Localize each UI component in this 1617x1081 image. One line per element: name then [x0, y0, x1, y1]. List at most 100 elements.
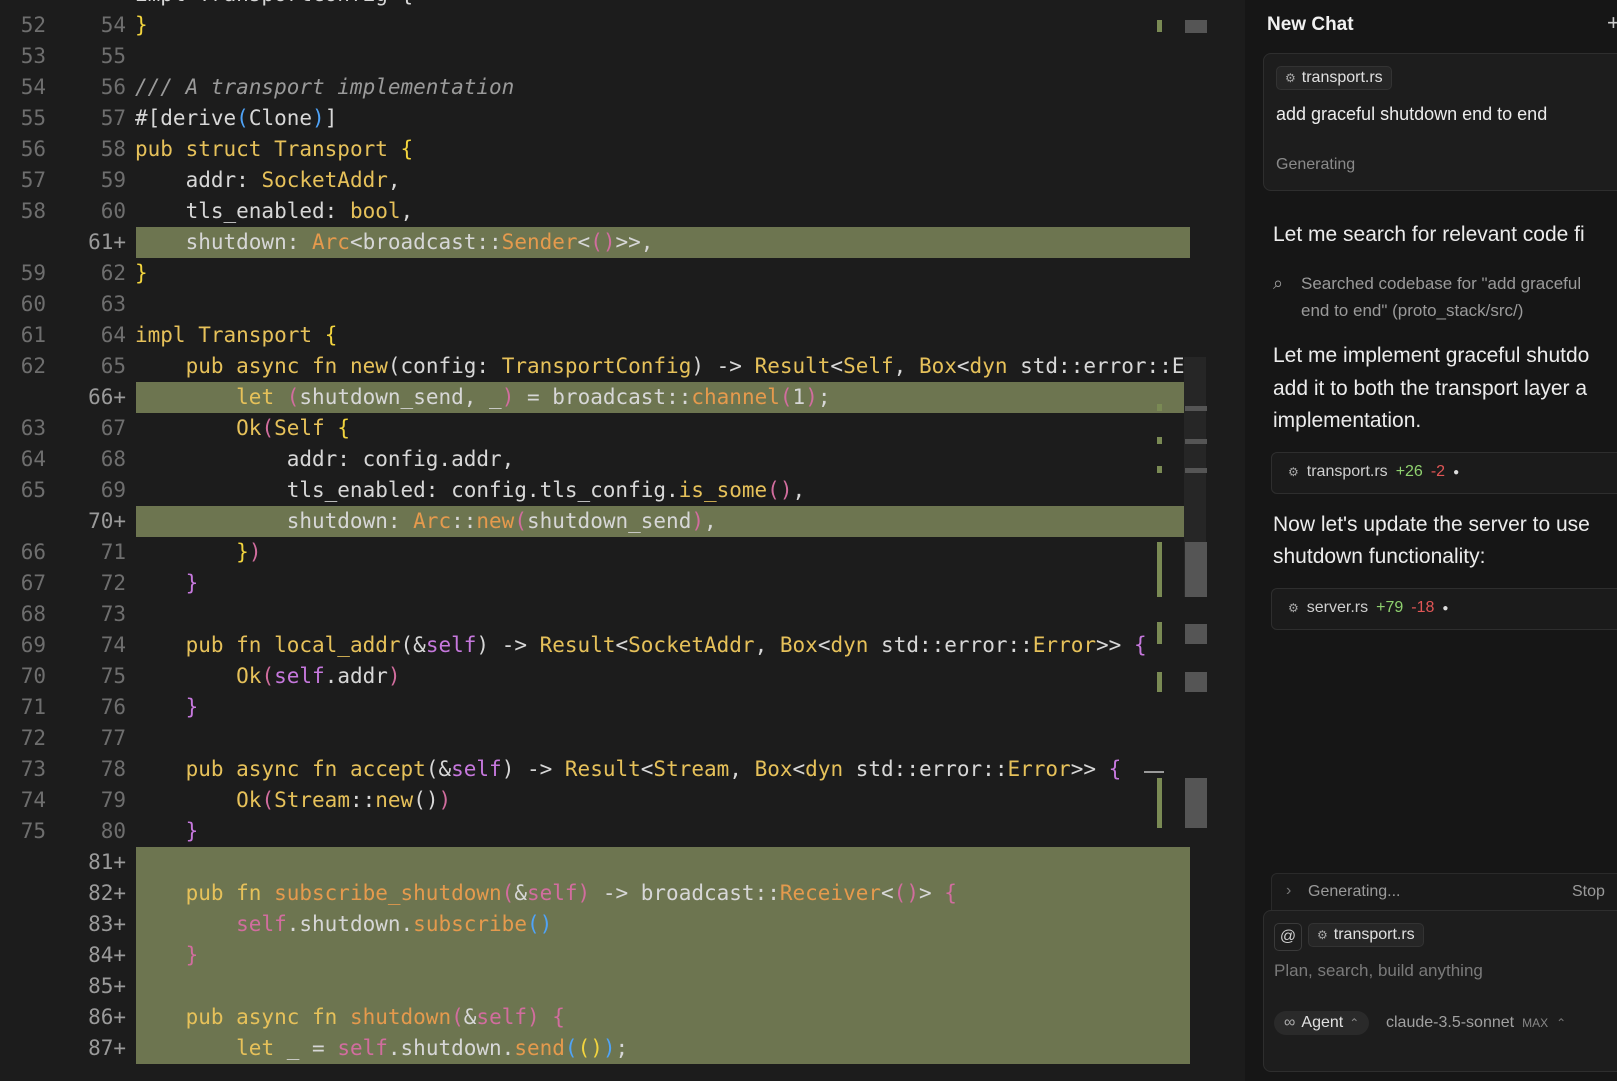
diff-additions: +26 — [1395, 463, 1423, 480]
composer-input[interactable]: Plan, search, build anything — [1274, 961, 1483, 981]
old-line-number: 66 — [20, 540, 46, 564]
minimap-cursor — [1144, 771, 1164, 773]
search-line: end to end" (proto_stack/src/) — [1301, 301, 1524, 320]
assistant-message: Let me search for relevant code fi — [1273, 223, 1585, 246]
code-text: addr: SocketAddr, — [135, 168, 401, 192]
chevron-up-icon: ⌃ — [1349, 1016, 1360, 1030]
generating-bar[interactable]: › Generating... Stop — [1271, 873, 1617, 911]
code-text: pub struct Transport { — [135, 137, 414, 161]
old-line-number: 72 — [20, 726, 46, 750]
new-line-number: 75 — [100, 664, 126, 688]
new-line-number: 83+ — [88, 912, 126, 936]
code-line: impl TransportConfig { — [0, 0, 1245, 10]
assistant-message: add it to both the transport layer a — [1273, 377, 1588, 400]
code-line: 59 62} — [0, 258, 1245, 289]
request-card[interactable]: ⚙ transport.rs add graceful shutdown end… — [1263, 53, 1617, 191]
added-code-line: 86+ pub async fn shutdown(&self) { — [0, 1002, 1245, 1033]
new-line-number: 68 — [100, 447, 126, 471]
code-text: } — [135, 261, 148, 285]
new-line-number: 61+ — [88, 230, 126, 254]
old-line-number: 74 — [20, 788, 46, 812]
minimap[interactable] — [1144, 0, 1245, 1081]
file-diff-chip[interactable]: ⚙ transport.rs +26 -2 ● — [1271, 452, 1617, 494]
code-line: 53 55 — [0, 41, 1245, 72]
new-line-number: 55 — [100, 44, 126, 68]
stop-button[interactable]: Stop — [1572, 883, 1605, 901]
minimap-block — [1185, 468, 1207, 473]
minimap-block — [1185, 20, 1207, 33]
old-line-number: 64 — [20, 447, 46, 471]
diff-marker — [1157, 404, 1162, 411]
code-text: Ok(self.addr) — [236, 664, 401, 688]
diff-marker — [1157, 466, 1162, 473]
code-text: #[derive(Clone)] — [135, 106, 338, 130]
context-file-chip[interactable]: ⚙ transport.rs — [1276, 66, 1392, 90]
added-line-highlight — [136, 847, 1199, 878]
code-text: pub fn subscribe_shutdown(&self) -> broa… — [185, 881, 957, 905]
added-code-line: 83+ self.shutdown.subscribe() — [0, 909, 1245, 940]
composer[interactable]: @ ⚙ transport.rs Plan, search, build any… — [1263, 910, 1617, 1072]
old-line-number: 57 — [20, 168, 46, 192]
new-line-number: 85+ — [88, 974, 126, 998]
code-line: 60 63 — [0, 289, 1245, 320]
old-line-number: 54 — [20, 75, 46, 99]
code-text: addr: config.addr, — [135, 447, 515, 471]
code-text: tls_enabled: bool, — [135, 199, 414, 223]
new-line-number: 76 — [100, 695, 126, 719]
old-line-number: 63 — [20, 416, 46, 440]
status-dot-icon: ● — [1442, 602, 1449, 614]
code-line: 54 56 /// A transport implementation — [0, 72, 1245, 103]
new-line-number: 64 — [100, 323, 126, 347]
code-line: 71 76 } — [0, 692, 1245, 723]
code-line: 63 67 Ok(Self { — [0, 413, 1245, 444]
new-line-number: 56 — [100, 75, 126, 99]
diff-marker — [1157, 437, 1162, 444]
new-line-number: 65 — [100, 354, 126, 378]
code-line: 58 60 tls_enabled: bool, — [0, 196, 1245, 227]
file-diff-chip[interactable]: ⚙ server.rs +79 -18 ● — [1271, 588, 1617, 630]
added-code-line: 85+ — [0, 971, 1245, 1002]
code-text: pub async fn shutdown(&self) { — [185, 1005, 565, 1029]
new-line-number: 87+ — [88, 1036, 126, 1060]
old-line-number: 53 — [20, 44, 46, 68]
diff-marker — [1157, 20, 1162, 32]
code-line: 64 68 addr: config.addr, — [0, 444, 1245, 475]
added-code-line: 87+ let _ = self.shutdown.send(()); — [0, 1033, 1245, 1064]
assistant-message: shutdown functionality: — [1273, 545, 1486, 568]
code-text: } — [135, 13, 148, 37]
new-line-number: 81+ — [88, 850, 126, 874]
model-selector[interactable]: claude-3.5-sonnet MAX ⌃ — [1386, 1014, 1566, 1032]
old-line-number: 56 — [20, 137, 46, 161]
code-text: } — [185, 943, 199, 967]
new-line-number: 78 — [100, 757, 126, 781]
minimap-block — [1185, 624, 1207, 644]
added-code-line: 66+ let (shutdown_send, _) = broadcast::… — [0, 382, 1245, 413]
new-line-number: 69 — [100, 478, 126, 502]
diff-marker — [1157, 778, 1162, 828]
old-line-number: 71 — [20, 695, 46, 719]
search-result[interactable]: ⌕ Searched codebase for "add graceful en… — [1273, 270, 1581, 324]
context-file-chip[interactable]: ⚙ transport.rs — [1308, 923, 1424, 947]
rust-file-icon: ⚙ — [1285, 71, 1296, 85]
code-editor[interactable]: impl TransportConfig {52 54} 53 55 54 56 /// A… — [0, 0, 1245, 1081]
context-file-name: transport.rs — [1333, 926, 1415, 943]
code-line: 72 77 — [0, 723, 1245, 754]
old-line-number: 58 — [20, 199, 46, 223]
added-code-line: 84+ } — [0, 940, 1245, 971]
at-mention-button[interactable]: @ — [1274, 923, 1302, 951]
diff-deletions: -2 — [1430, 463, 1446, 480]
code-line: 74 79 Ok(Stream::new()) — [0, 785, 1245, 816]
new-chat-plus-icon[interactable]: + — [1607, 10, 1617, 36]
code-text: let (shutdown_send, _) = broadcast::chan… — [236, 385, 831, 409]
old-line-number: 65 — [20, 478, 46, 502]
agent-mode-selector[interactable]: ∞ Agent ⌃ — [1274, 1011, 1370, 1035]
diff-additions: +79 — [1376, 599, 1404, 616]
diff-file-name: transport.rs — [1306, 463, 1388, 480]
model-badge: MAX — [1522, 1016, 1549, 1030]
old-line-number: 68 — [20, 602, 46, 626]
new-line-number: 66+ — [88, 385, 126, 409]
new-line-number: 74 — [100, 633, 126, 657]
code-text: } — [185, 819, 199, 843]
new-line-number: 82+ — [88, 881, 126, 905]
new-line-number: 86+ — [88, 1005, 126, 1029]
